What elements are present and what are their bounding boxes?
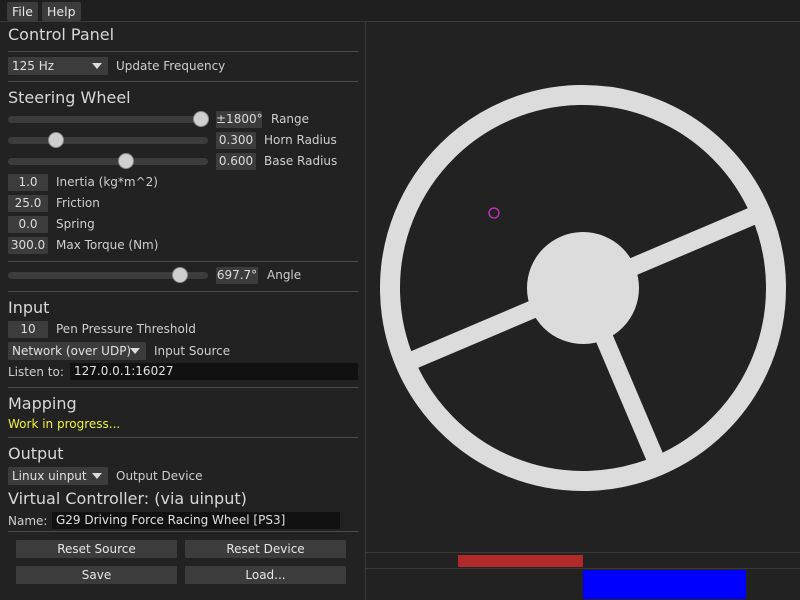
angle-slider[interactable] bbox=[8, 267, 208, 283]
pen-threshold-input[interactable]: 10 bbox=[8, 321, 48, 338]
menu-help[interactable]: Help bbox=[42, 2, 81, 21]
listen-address-field[interactable]: 127.0.0.1:16027 bbox=[70, 363, 358, 380]
angle-value[interactable]: 697.7° bbox=[216, 267, 258, 284]
update-frequency-value: 125 Hz bbox=[12, 59, 55, 73]
steering-heading: Steering Wheel bbox=[8, 88, 131, 107]
range-slider-handle[interactable] bbox=[193, 111, 209, 127]
reset-source-button[interactable]: Reset Source bbox=[16, 540, 177, 558]
divider bbox=[366, 568, 800, 569]
range-label: Range bbox=[271, 112, 310, 126]
input-source-select[interactable]: Network (over UDP) bbox=[8, 342, 146, 360]
divider bbox=[8, 51, 358, 52]
divider bbox=[8, 387, 358, 388]
base-radius-value[interactable]: 0.600 bbox=[216, 153, 256, 170]
chevron-down-icon bbox=[92, 473, 102, 479]
horn-radius-label: Horn Radius bbox=[264, 133, 337, 147]
mapping-heading: Mapping bbox=[8, 394, 77, 413]
update-frequency-select[interactable]: 125 Hz bbox=[8, 57, 108, 75]
control-panel: Control Panel 125 Hz Update Frequency St… bbox=[0, 22, 366, 600]
output-indicator-bars bbox=[366, 552, 800, 600]
spring-label: Spring bbox=[56, 217, 95, 231]
controller-name-label: Name: bbox=[8, 514, 48, 528]
output-device-label: Output Device bbox=[116, 469, 203, 483]
angle-indicator-bar bbox=[458, 555, 583, 567]
base-radius-slider[interactable] bbox=[8, 153, 208, 169]
horn-radius-slider[interactable] bbox=[8, 132, 208, 148]
input-source-label: Input Source bbox=[154, 344, 231, 358]
save-button[interactable]: Save bbox=[16, 566, 177, 584]
friction-label: Friction bbox=[56, 196, 100, 210]
base-radius-label: Base Radius bbox=[264, 154, 338, 168]
output-device-select[interactable]: Linux uinput bbox=[8, 467, 108, 485]
pen-threshold-label: Pen Pressure Threshold bbox=[56, 322, 196, 336]
wheel-view[interactable] bbox=[366, 22, 800, 552]
mapping-status: Work in progress... bbox=[8, 417, 121, 431]
pen-pointer-icon bbox=[488, 207, 500, 219]
friction-input[interactable]: 25.0 bbox=[8, 195, 48, 212]
chevron-down-icon bbox=[130, 348, 140, 354]
max-torque-label: Max Torque (Nm) bbox=[56, 238, 159, 252]
menu-bar: File Help bbox=[0, 0, 800, 22]
divider bbox=[8, 261, 358, 262]
inertia-label: Inertia (kg*m^2) bbox=[56, 175, 158, 189]
max-torque-input[interactable]: 300.0 bbox=[8, 237, 48, 254]
range-slider[interactable] bbox=[8, 111, 209, 127]
angle-slider-handle[interactable] bbox=[172, 267, 188, 283]
divider bbox=[8, 81, 358, 82]
chevron-down-icon bbox=[92, 63, 102, 69]
reset-device-button[interactable]: Reset Device bbox=[185, 540, 346, 558]
controller-name-field[interactable]: G29 Driving Force Racing Wheel [PS3] bbox=[52, 512, 340, 529]
virtual-controller-heading: Virtual Controller: (via uinput) bbox=[8, 489, 247, 508]
divider bbox=[8, 291, 358, 292]
wheel-hub bbox=[527, 232, 639, 344]
menu-file[interactable]: File bbox=[7, 2, 38, 21]
divider bbox=[8, 437, 358, 438]
output-device-value: Linux uinput bbox=[12, 469, 87, 483]
range-value[interactable]: ±1800° bbox=[216, 111, 263, 128]
horn-radius-slider-handle[interactable] bbox=[48, 132, 64, 148]
horn-radius-value[interactable]: 0.300 bbox=[216, 132, 256, 149]
inertia-input[interactable]: 1.0 bbox=[8, 174, 48, 191]
steering-wheel-canvas bbox=[380, 84, 786, 491]
output-heading: Output bbox=[8, 444, 64, 463]
update-frequency-label: Update Frequency bbox=[116, 59, 226, 73]
load-button[interactable]: Load... bbox=[185, 566, 346, 584]
divider bbox=[8, 531, 358, 532]
angle-label: Angle bbox=[267, 268, 302, 282]
input-heading: Input bbox=[8, 298, 50, 317]
input-source-value: Network (over UDP) bbox=[12, 344, 132, 358]
listen-label: Listen to: bbox=[8, 365, 64, 379]
spring-input[interactable]: 0.0 bbox=[8, 216, 48, 233]
torque-indicator-bar bbox=[583, 570, 746, 599]
base-radius-slider-handle[interactable] bbox=[118, 153, 134, 169]
panel-title: Control Panel bbox=[8, 25, 115, 44]
